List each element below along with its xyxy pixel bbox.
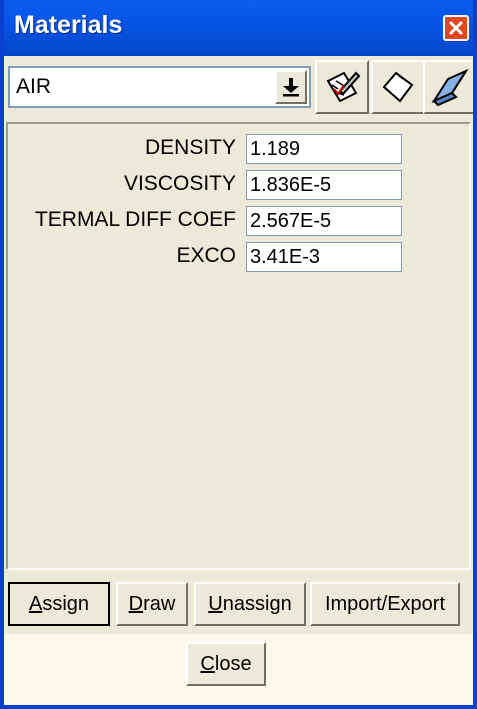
unassign-mnemonic: U — [208, 592, 223, 615]
eraser-button[interactable] — [423, 60, 473, 114]
property-input-density[interactable] — [246, 134, 402, 164]
close-button[interactable]: Close — [186, 642, 266, 686]
edit-material-icon — [326, 71, 361, 103]
material-select-value: AIR — [16, 75, 52, 98]
draw-label-rest: raw — [143, 592, 176, 615]
draw-button[interactable]: Draw — [116, 582, 188, 626]
property-input-exco[interactable] — [246, 242, 402, 272]
window-title: Materials — [14, 11, 123, 39]
assign-button[interactable]: Assign — [8, 582, 110, 626]
footer: Close — [4, 634, 473, 705]
close-label-rest: lose — [214, 652, 252, 675]
property-input-termal-diff-coef[interactable] — [246, 206, 402, 236]
close-icon — [449, 21, 463, 35]
properties-panel: DENSITY VISCOSITY TERMAL DIFF COEF EXCO — [6, 122, 471, 570]
unassign-button[interactable]: Unassign — [194, 582, 306, 626]
property-label-viscosity: VISCOSITY — [123, 172, 236, 195]
window-close-button[interactable] — [443, 15, 469, 41]
property-label-termal-diff-coef: TERMAL DIFF COEF — [34, 208, 236, 231]
toolbar: AIR — [4, 56, 473, 120]
material-select[interactable]: AIR — [8, 66, 311, 108]
assign-label-rest: ssign — [42, 592, 90, 615]
material-dropdown-button[interactable] — [275, 70, 307, 104]
new-material-button[interactable] — [371, 60, 425, 114]
unassign-label-rest: nassign — [222, 592, 292, 615]
draw-mnemonic: D — [128, 592, 144, 615]
property-input-viscosity[interactable] — [246, 170, 402, 200]
close-mnemonic: C — [200, 652, 215, 675]
materials-window: Materials AIR DENSITY 1.189 VISCOSITY 1.… — [0, 0, 477, 709]
title-bar[interactable]: Materials — [4, 0, 473, 56]
eraser-icon — [431, 68, 469, 107]
import-export-button[interactable]: Import/Export — [310, 582, 460, 626]
property-label-density: DENSITY — [144, 136, 236, 159]
new-material-icon — [382, 71, 414, 103]
action-button-row: Assign Draw Unassign Import/Export — [4, 574, 473, 634]
edit-material-button[interactable] — [315, 60, 369, 114]
assign-mnemonic: A — [28, 592, 43, 615]
dropdown-arrow-icon — [283, 78, 299, 97]
import-export-label: Import/Export — [324, 592, 446, 615]
property-label-exco: EXCO — [176, 244, 236, 267]
